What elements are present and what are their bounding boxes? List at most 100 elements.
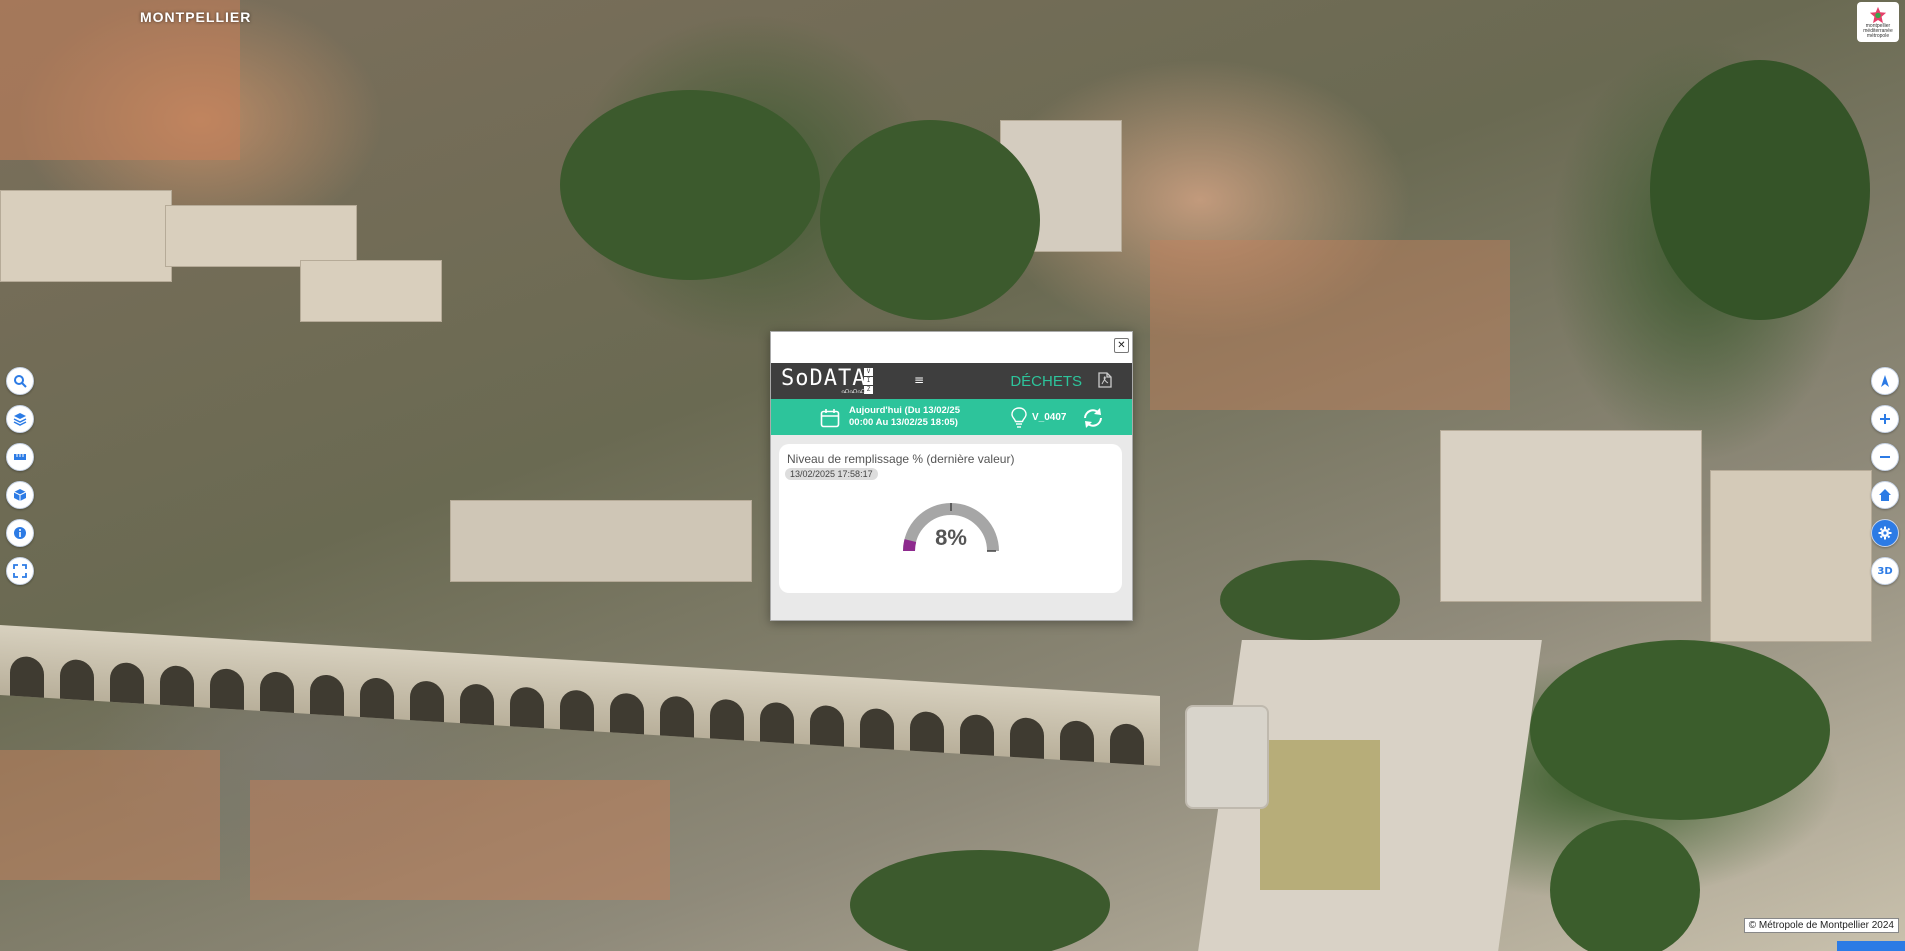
date-range-line1: Aujourd'hui (Du 13/02/25 [849,405,960,416]
compass-button[interactable] [1871,367,1899,395]
map-trees [1220,560,1400,640]
map-trees [560,90,820,280]
map-gazebo [1185,705,1269,809]
viz-letter: V [864,368,873,376]
map-trees [850,850,1110,951]
layers-icon [13,413,27,426]
home-button[interactable] [1871,481,1899,509]
aqueduct-arch [1060,719,1094,762]
aqueduct-arch [560,689,594,732]
3d-toggle-button[interactable]: 3D [1871,557,1899,585]
close-button[interactable]: ✕ [1114,338,1129,353]
sodata-viz-badge: V I Z [864,368,874,394]
brand-logo[interactable]: montpellier méditerranée métropole [1857,2,1899,42]
search-button[interactable] [6,367,34,395]
zoom-in-icon [1880,414,1890,424]
measure-button[interactable] [6,443,34,471]
aqueduct-arch [210,667,244,710]
aqueduct-arch [960,713,994,756]
aqueduct-arch [410,680,444,723]
aqueduct-arch [160,664,194,707]
map-building [165,205,357,267]
aqueduct-arch [460,683,494,726]
aqueduct-arch [810,704,844,747]
map-building [300,260,442,322]
copyright-notice: © Métropole de Montpellier 2024 [1743,918,1899,933]
fullscreen-icon [13,564,27,578]
map-building [1710,470,1872,642]
sensor-id: V_0407 [1032,412,1067,423]
aqueduct-arch [60,658,94,701]
map-trees [1650,60,1870,320]
zoom-in-button[interactable] [1871,405,1899,433]
bottom-right-strip [1837,941,1905,951]
aqueduct-arch [710,698,744,741]
viz-letter: Z [864,386,873,394]
map-roofs [250,780,670,900]
star-logo-icon [1869,6,1887,23]
3d-objects-button[interactable] [6,481,34,509]
aqueduct-arch [510,686,544,729]
refresh-icon[interactable] [1081,406,1105,430]
ruler-icon [14,454,26,460]
cube-icon [13,489,27,501]
popup-header: SoDATA V I Z ഹഹഹ ≡ DÉCHETS [771,363,1132,399]
aqueduct-arch [910,710,944,753]
map-aqueduct [0,625,1160,766]
map-trees [820,120,1040,320]
brand-logo-text: montpellier méditerranée métropole [1863,22,1893,39]
settings-button[interactable] [1871,519,1899,547]
layers-button[interactable] [6,405,34,433]
aqueduct-arch [760,701,794,744]
card-title: Niveau de remplissage % (dernière valeur… [787,452,1015,466]
gauge-value: 8% [935,525,967,550]
timestamp-badge: 13/02/2025 17:58:17 [785,468,878,480]
aqueduct-arch [260,670,294,713]
aqueduct-arch [10,655,44,698]
map-building [1440,430,1702,602]
map-roofs [1150,240,1510,410]
fill-level-card: Niveau de remplissage % (dernière valeur… [779,444,1122,593]
map-roofs [0,750,220,880]
compass-icon [1881,375,1889,387]
date-range[interactable]: Aujourd'hui (Du 13/02/25 00:00 Au 13/02/… [849,405,960,429]
aqueduct-arch [360,677,394,720]
zoom-out-button[interactable] [1871,443,1899,471]
3d-icon: 3D [1877,565,1893,577]
aqueduct-arch [860,707,894,750]
sodata-logo-sub: ഹഹഹ [841,388,866,395]
sensor-popup: ✕ SoDATA V I Z ഹഹഹ ≡ DÉCHETS Aujourd'hui… [770,331,1133,621]
aqueduct-arch [610,692,644,735]
card-container: Niveau de remplissage % (dernière valeur… [771,435,1132,620]
home-icon [1879,489,1891,501]
close-icon: ✕ [1117,339,1126,351]
right-toolbar: 3D [1871,367,1899,585]
info-icon [14,527,26,539]
map-building [450,500,752,582]
aqueduct-arch [660,695,694,738]
search-icon [14,375,27,388]
aqueduct-arch [1110,722,1144,765]
map-lawn [1260,740,1380,890]
aqueduct-arch [110,661,144,704]
fullscreen-button[interactable] [6,557,34,585]
lightbulb-icon [1011,407,1027,428]
pdf-export-icon[interactable] [1098,372,1112,388]
viz-letter: I [864,377,873,385]
settings-icon [1878,526,1892,540]
map-trees [1530,640,1830,820]
popup-title: DÉCHETS [1010,373,1082,390]
info-button[interactable] [6,519,34,547]
date-range-line2: 00:00 Au 13/02/25 18:05) [849,417,958,428]
zoom-out-icon [1880,456,1890,458]
aqueduct-arch [1010,716,1044,759]
aqueduct-arch [310,673,344,717]
city-label: MONTPELLIER [140,9,252,25]
map-building [0,190,172,282]
calendar-icon[interactable] [820,408,840,428]
period-bar: Aujourd'hui (Du 13/02/25 00:00 Au 13/02/… [771,399,1132,435]
left-toolbar [6,367,34,585]
menu-button[interactable]: ≡ [914,373,924,387]
fill-gauge: 8% [901,501,1001,561]
map-trees [1550,820,1700,951]
